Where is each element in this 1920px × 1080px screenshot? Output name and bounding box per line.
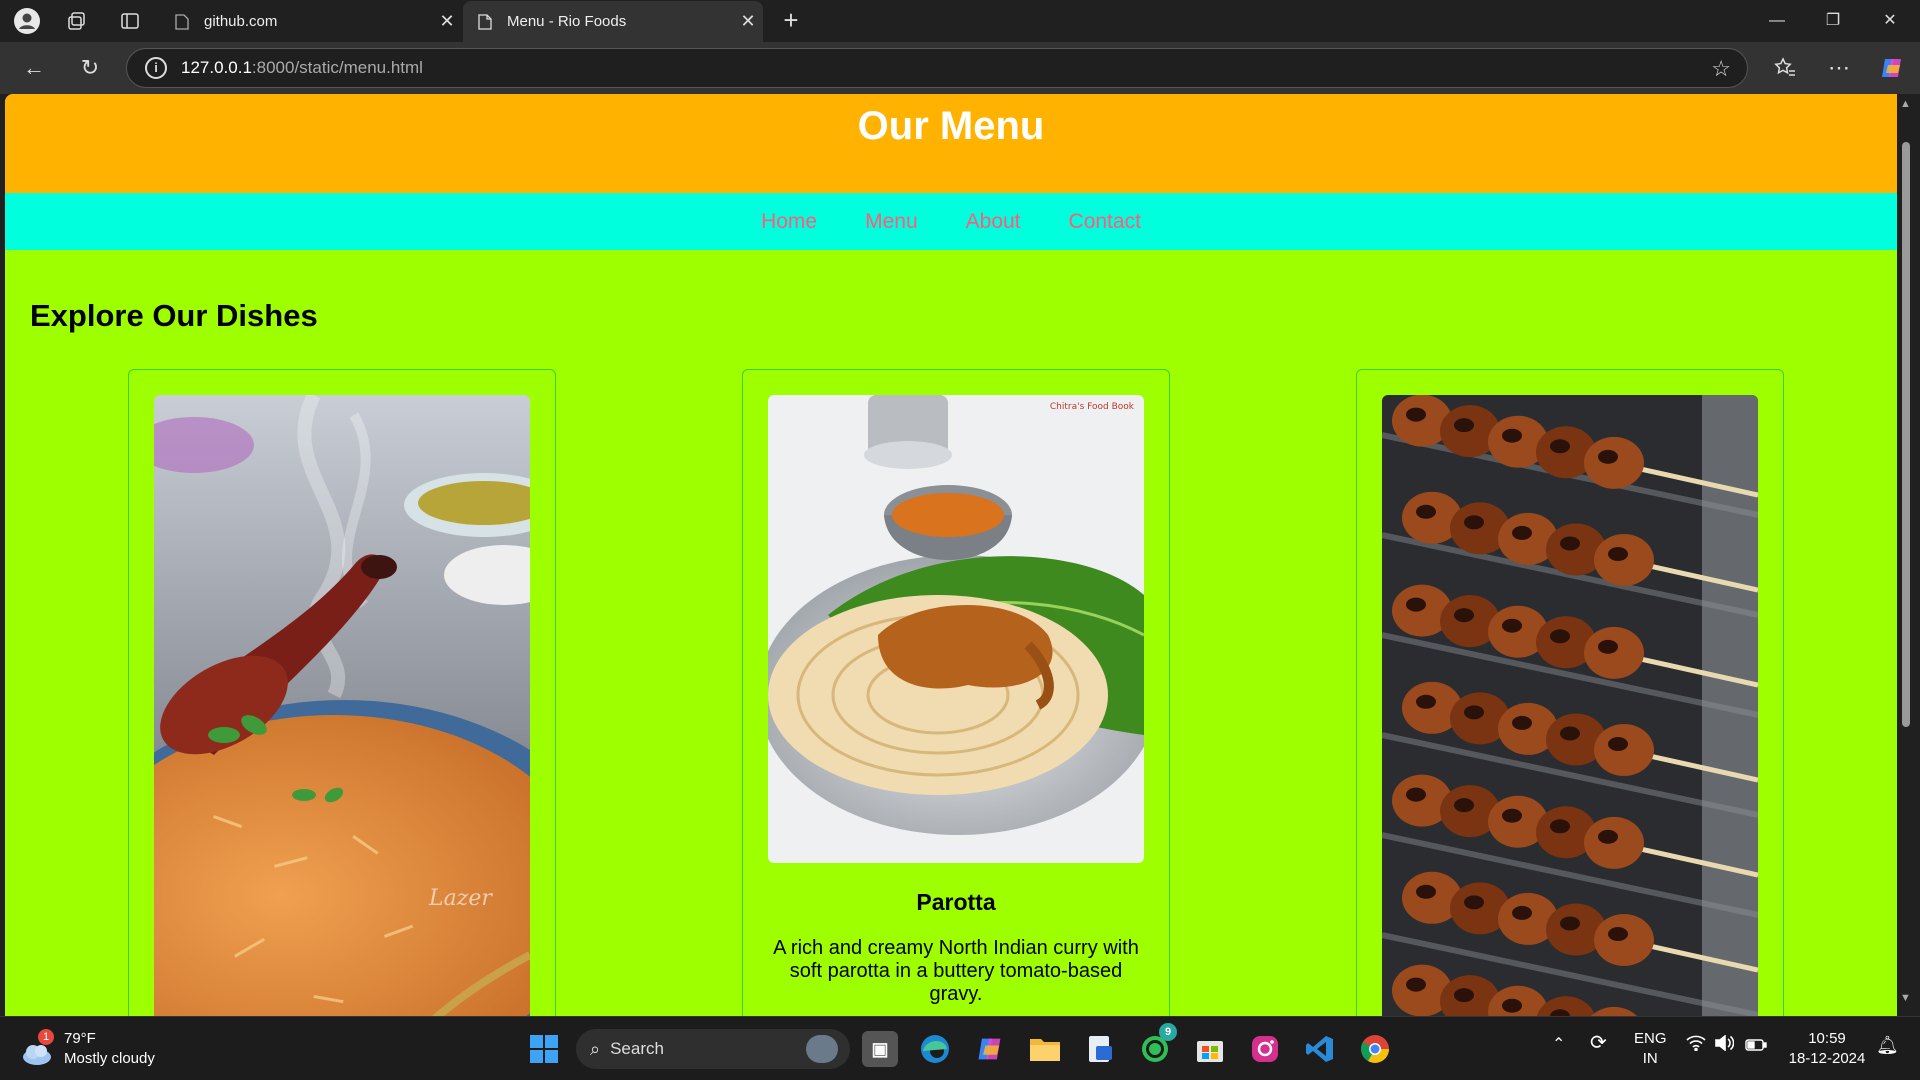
close-window-icon[interactable]: ✕ — [1870, 8, 1910, 34]
volume-icon[interactable] — [1714, 1034, 1735, 1057]
copilot-icon[interactable] — [1876, 52, 1908, 84]
language-indicator[interactable]: ENG IN — [1634, 1029, 1667, 1069]
nav-link-about[interactable]: About — [966, 210, 1021, 234]
workspaces-icon[interactable] — [62, 6, 92, 36]
instagram-icon[interactable] — [1247, 1031, 1283, 1067]
dish-image-parotta: Chitra's Food Book — [768, 395, 1144, 863]
url-text: 127.0.0.1:8000/static/menu.html — [181, 58, 423, 78]
profile-avatar-icon[interactable] — [12, 6, 42, 36]
refresh-icon[interactable]: ↻ — [74, 52, 106, 84]
tab-menu-rio-foods[interactable]: Menu - Rio Foods ✕ — [463, 1, 763, 42]
favorite-star-icon[interactable]: ☆ — [1711, 56, 1731, 82]
restore-icon[interactable]: ❐ — [1813, 8, 1853, 34]
dish-card — [1356, 369, 1784, 1016]
image-watermark: Chitra's Food Book — [1050, 402, 1135, 412]
clock-date: 18-12-2024 — [1788, 1050, 1866, 1067]
nav-link-contact[interactable]: Contact — [1069, 210, 1141, 234]
dish-description: A rich and creamy North Indian curry wit… — [773, 937, 1139, 1005]
scrollbar-thumb[interactable] — [1902, 142, 1910, 727]
chrome-icon[interactable] — [1357, 1031, 1393, 1067]
edge-browser-icon[interactable] — [917, 1031, 953, 1067]
search-label: Search — [610, 1039, 664, 1058]
notifications-bell-icon[interactable]: 🔔︎ — [1876, 1035, 1899, 1055]
url-path: :8000/static/menu.html — [251, 58, 423, 77]
close-tab-icon[interactable]: ✕ — [733, 11, 763, 32]
tab-actions-icon[interactable] — [115, 6, 145, 36]
main-content: Explore Our Dishes Lazer Chitra's Food B… — [5, 250, 1897, 1016]
lang-line2: IN — [1642, 1050, 1658, 1067]
nav-link-home[interactable]: Home — [761, 210, 817, 234]
site-nav: Home Menu About Contact — [5, 193, 1897, 250]
page-scrollbar[interactable]: ▲ ▼ — [1897, 94, 1915, 1016]
search-highlight-icon — [806, 1035, 838, 1063]
section-title: Explore Our Dishes — [30, 298, 318, 333]
page-viewport: Our Menu Home Menu About Contact Explore… — [5, 94, 1897, 1016]
start-windows-icon[interactable] — [526, 1031, 562, 1067]
nav-link-menu[interactable]: Menu — [865, 210, 918, 234]
dish-grid: Lazer Chitra's Food Book Parotta A rich … — [30, 369, 1872, 1016]
clock[interactable]: 10:59 18-12-2024 — [1786, 1029, 1868, 1069]
close-tab-icon[interactable]: ✕ — [432, 11, 462, 32]
address-bar[interactable]: i 127.0.0.1:8000/static/menu.html ☆ — [126, 48, 1748, 88]
wifi-icon[interactable] — [1686, 1035, 1706, 1057]
tab-github[interactable]: github.com ✕ — [160, 1, 462, 42]
copilot-app-icon[interactable] — [972, 1031, 1008, 1067]
search-icon: ⌕ — [590, 1038, 601, 1059]
svg-text:Lazer: Lazer — [428, 886, 493, 911]
scroll-up-arrow-icon[interactable]: ▲ — [1900, 98, 1911, 110]
vscode-icon[interactable] — [1302, 1031, 1338, 1067]
new-tab-icon[interactable]: + — [776, 6, 806, 36]
document-editor-icon[interactable] — [1082, 1031, 1118, 1067]
page-icon — [174, 13, 190, 30]
windows-taskbar: 1 79°F Mostly cloudy ⌕ Search ▣ 9 ⌃ ⟳ EN… — [0, 1016, 1920, 1080]
battery-icon[interactable] — [1745, 1037, 1767, 1057]
scroll-down-arrow-icon[interactable]: ▼ — [1900, 992, 1911, 1004]
weather-temp: 79°F — [64, 1030, 96, 1047]
whatsapp-badge: 9 — [1159, 1023, 1177, 1041]
weather-text: 79°F Mostly cloudy — [64, 1029, 155, 1069]
dish-card: Lazer — [128, 369, 556, 1016]
tab-title: Menu - Rio Foods — [507, 13, 627, 30]
clock-time: 10:59 — [1808, 1030, 1846, 1047]
dish-name: Parotta — [916, 889, 996, 915]
more-options-icon[interactable]: ⋯ — [1823, 52, 1855, 84]
taskbar-search[interactable]: ⌕ Search — [576, 1029, 850, 1069]
page-icon — [477, 13, 493, 30]
task-view-icon[interactable]: ▣ — [862, 1031, 898, 1067]
site-header: Our Menu — [5, 94, 1897, 193]
notification-badge: 1 — [38, 1029, 54, 1045]
lang-line1: ENG — [1634, 1030, 1667, 1047]
dish-card: Chitra's Food Book Parotta A rich and cr… — [742, 369, 1170, 1016]
weather-desc: Mostly cloudy — [64, 1050, 155, 1067]
microsoft-store-icon[interactable] — [1192, 1031, 1228, 1067]
browser-toolbar: ← ↻ i 127.0.0.1:8000/static/menu.html ☆ … — [0, 42, 1920, 94]
show-hidden-icons-icon[interactable]: ⌃ — [1552, 1035, 1565, 1055]
site-info-icon[interactable]: i — [145, 57, 167, 79]
page-title: Our Menu — [857, 104, 1045, 148]
minimize-icon[interactable]: — — [1757, 8, 1797, 34]
favorites-icon[interactable] — [1769, 52, 1801, 84]
dish-image-biryani: Lazer — [154, 395, 530, 1016]
sync-icon[interactable]: ⟳ — [1590, 1033, 1607, 1053]
dish-image-skewers — [1382, 395, 1758, 1016]
browser-title-bar: github.com ✕ Menu - Rio Foods ✕ + — ❐ ✕ — [0, 0, 1920, 42]
back-arrow-icon[interactable]: ← — [18, 52, 50, 84]
tab-title: github.com — [204, 13, 278, 30]
url-host: 127.0.0.1 — [181, 58, 252, 77]
whatsapp-icon[interactable]: 9 — [1137, 1023, 1177, 1067]
file-explorer-icon[interactable] — [1027, 1031, 1063, 1067]
